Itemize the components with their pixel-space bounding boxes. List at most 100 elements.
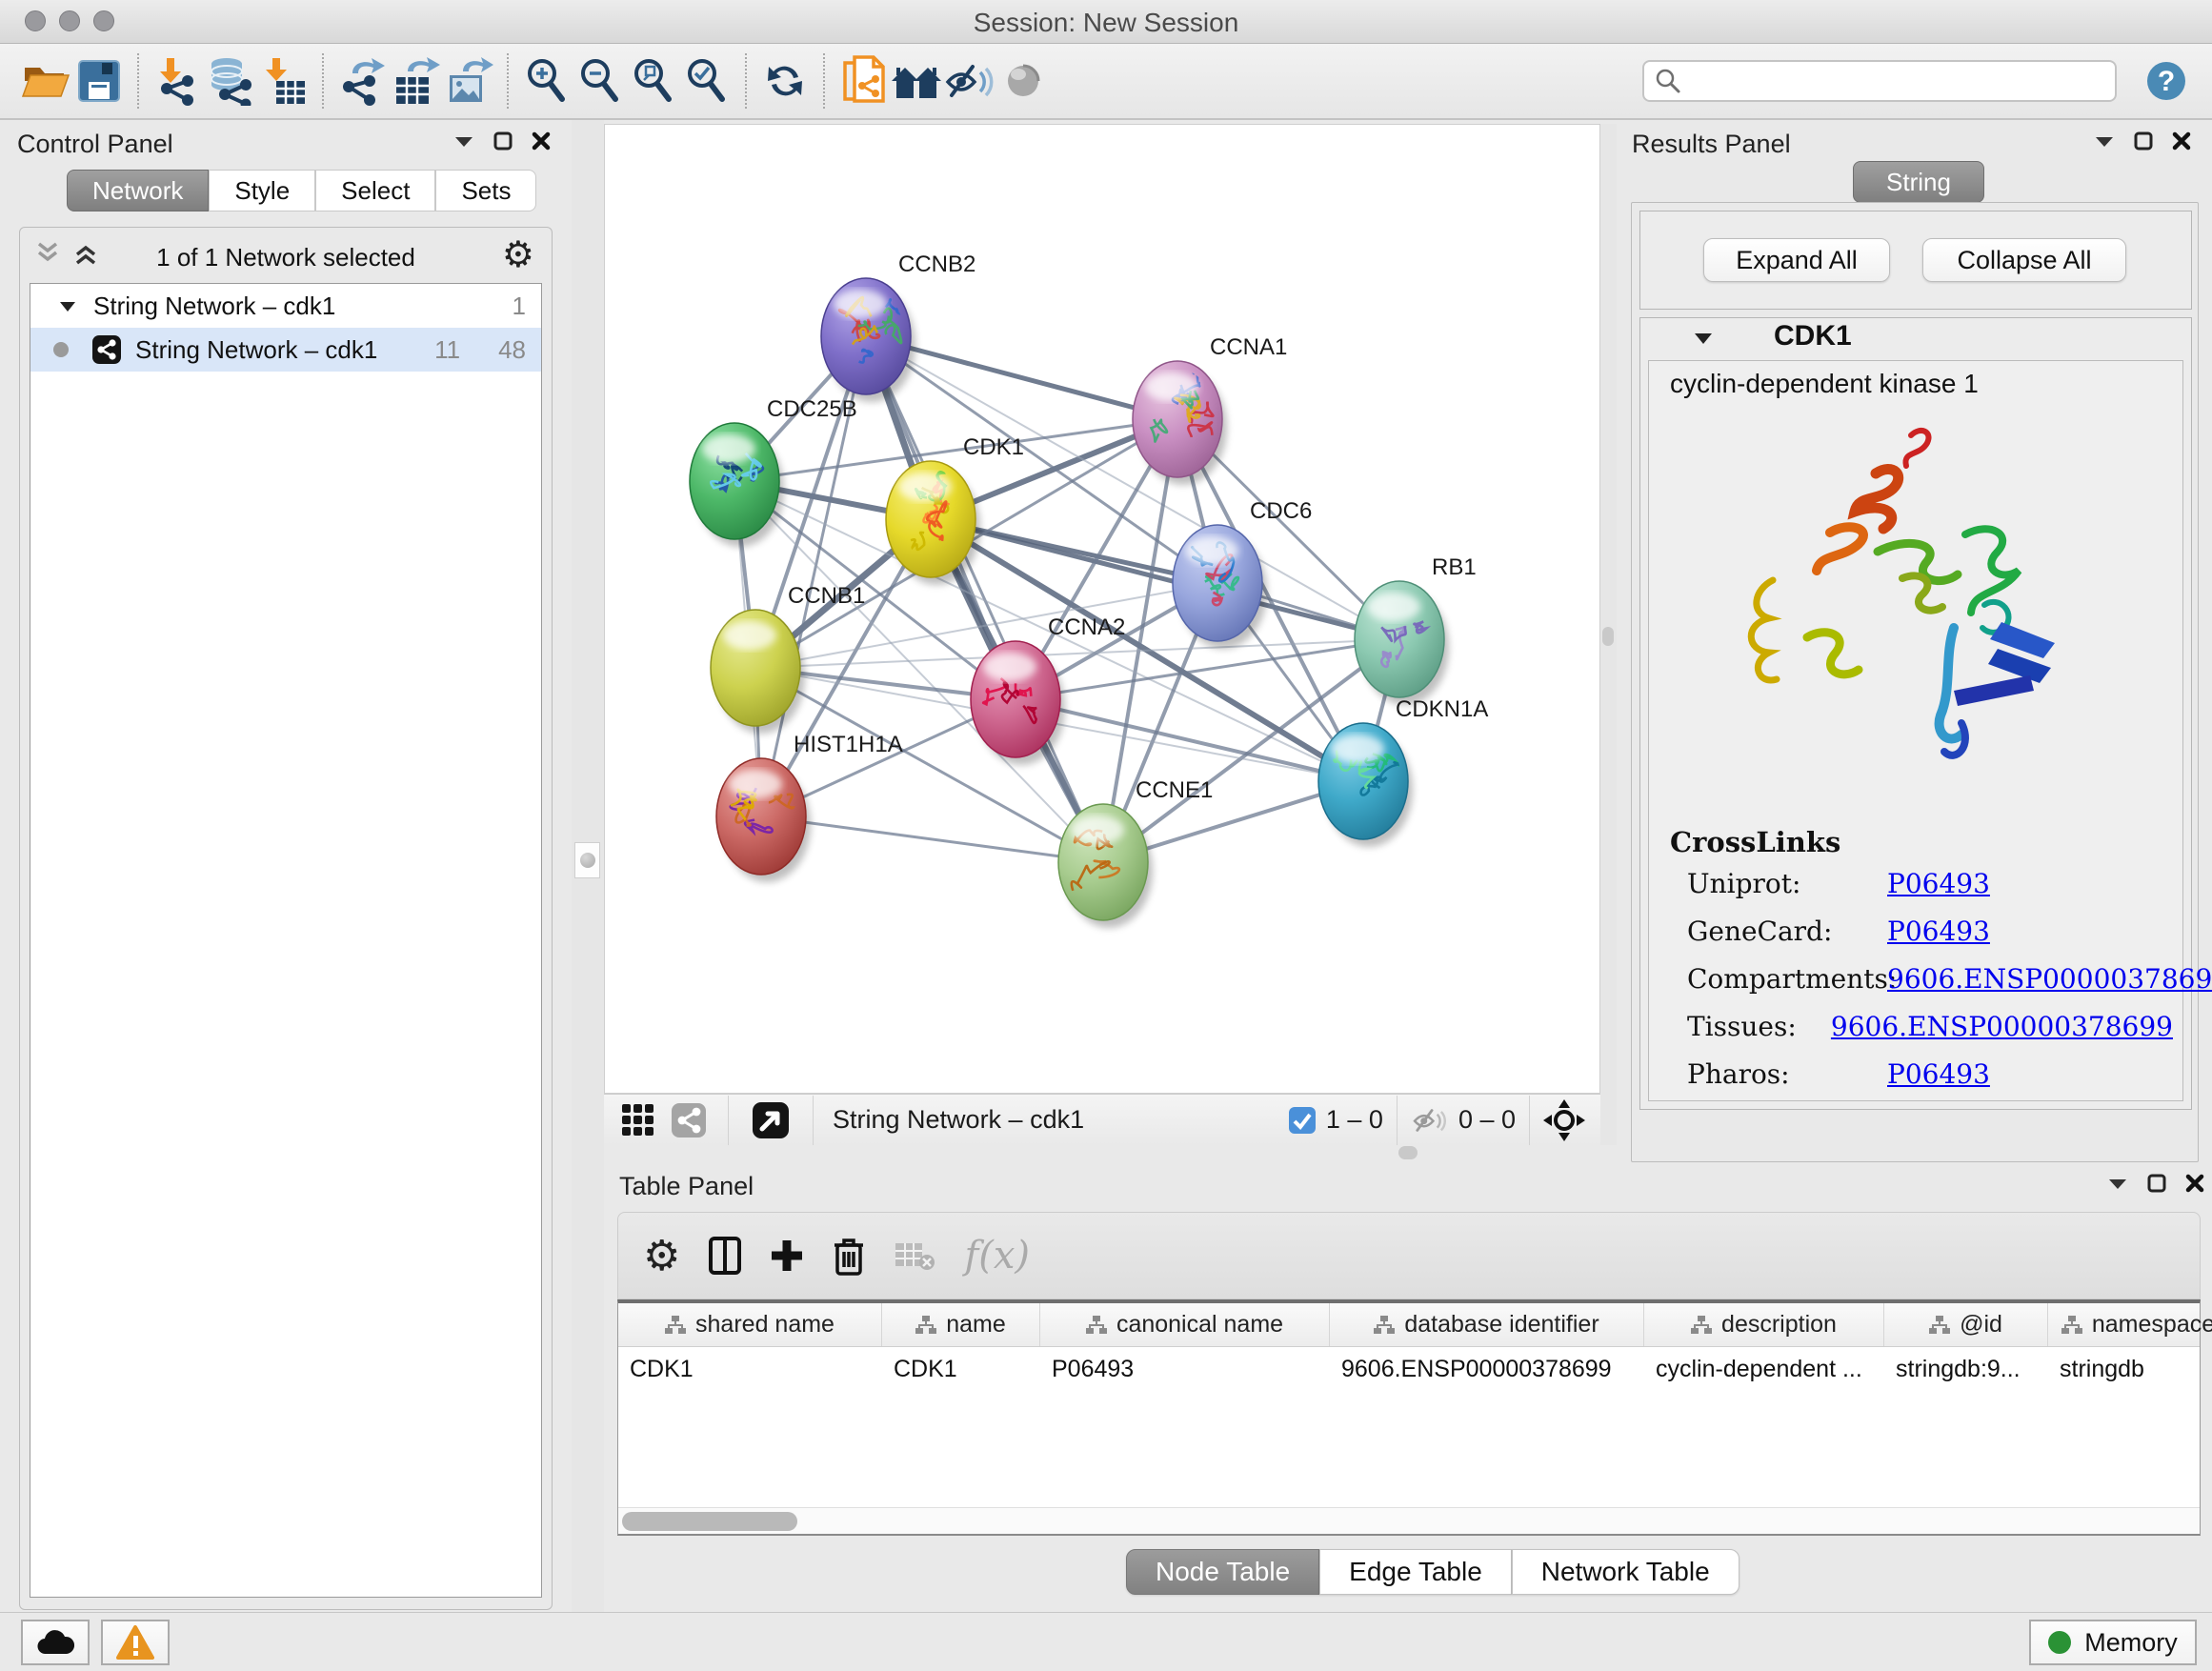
table-header-row: shared namenamecanonical namedatabase id… (618, 1303, 2200, 1347)
scrollbar-thumb[interactable] (622, 1512, 797, 1531)
add-column-icon[interactable] (770, 1238, 804, 1273)
first-neighbors-button[interactable] (890, 52, 943, 110)
crosslink-link[interactable]: P06493 (1887, 916, 1990, 947)
left-splitter-handle[interactable] (574, 842, 600, 878)
table-settings-gear-icon[interactable]: ⚙ (643, 1232, 680, 1280)
detach-view-icon[interactable] (752, 1101, 790, 1139)
network-collection-row[interactable]: String Network – cdk1 1 (30, 284, 541, 328)
crosslink-link[interactable]: 9606.ENSP00000378699 (1831, 1011, 2173, 1042)
new-network-from-selection-button[interactable] (836, 52, 890, 110)
column-header-shared-name[interactable]: shared name (618, 1303, 882, 1346)
column-header-description[interactable]: description (1644, 1303, 1884, 1346)
open-session-button[interactable] (19, 52, 72, 110)
bottom-splitter-handle[interactable] (1398, 1146, 1418, 1159)
tab-network[interactable]: Network (67, 170, 209, 211)
network-view-mode-icon[interactable] (671, 1102, 707, 1138)
column-header-canonical-name[interactable]: canonical name (1040, 1303, 1330, 1346)
table-row[interactable]: CDK1CDK1P064939606.ENSP00000378699cyclin… (618, 1347, 2200, 1391)
zoom-out-button[interactable] (573, 52, 627, 110)
crosslink-link[interactable]: P06493 (1887, 1058, 1990, 1090)
warning-button[interactable] (101, 1620, 170, 1665)
network-graph[interactable]: CCNB2CCNA1CDC25BCDK1CDC6RB1CCNB1CCNA2CDK… (605, 125, 1601, 1095)
edge-CCNE1-HIST1H1A[interactable] (761, 816, 1103, 862)
node-CCNB1[interactable]: CCNB1 (711, 583, 865, 734)
panel-close-icon[interactable] (2172, 131, 2191, 151)
network-canvas[interactable]: CCNB2CCNA1CDC25BCDK1CDC6RB1CCNB1CCNA2CDK… (604, 124, 1600, 1094)
import-table-from-file-button[interactable] (257, 52, 311, 110)
expand-all-button[interactable]: Expand All (1703, 238, 1890, 282)
column-header-name[interactable]: name (882, 1303, 1040, 1346)
column-type-icon (915, 1316, 936, 1335)
birdseye-navigator-icon[interactable] (1543, 1099, 1585, 1141)
export-image-button[interactable] (442, 52, 495, 110)
tab-edge-table[interactable]: Edge Table (1319, 1549, 1512, 1595)
tab-network-table[interactable]: Network Table (1512, 1549, 1739, 1595)
tab-sets[interactable]: Sets (435, 170, 536, 211)
protein-collapse-icon[interactable] (1694, 332, 1713, 345)
help-button[interactable]: ? (2140, 52, 2193, 110)
grid-view-icon[interactable] (621, 1103, 655, 1137)
node-HIST1H1A[interactable]: HIST1H1A (716, 732, 903, 882)
search-field[interactable] (1642, 60, 2117, 102)
delete-column-trash-icon[interactable] (833, 1236, 865, 1276)
export-table-button[interactable] (389, 52, 442, 110)
panel-float-icon[interactable] (493, 131, 513, 151)
tab-string[interactable]: String (1853, 161, 1984, 203)
node-CDC6[interactable]: CDC6 (1173, 498, 1312, 649)
panel-collapse-icon[interactable] (2107, 1177, 2128, 1190)
memory-button[interactable]: Memory (2029, 1620, 2197, 1665)
selected-checkbox-icon[interactable] (1288, 1106, 1317, 1135)
collection-label: String Network – cdk1 (93, 292, 335, 321)
node-CCNA1[interactable]: CCNA1 (1133, 334, 1287, 485)
show-columns-icon[interactable] (709, 1237, 741, 1275)
panel-collapse-icon[interactable] (2094, 134, 2115, 148)
tab-select[interactable]: Select (315, 170, 435, 211)
edge-CDK1-RB1[interactable] (931, 519, 1399, 639)
node-RB1[interactable]: RB1 (1355, 554, 1477, 705)
column-header-label: namespace (2092, 1311, 2212, 1339)
column-header-database-identifier[interactable]: database identifier (1330, 1303, 1644, 1346)
node-CDC25B[interactable]: CDC25B (690, 396, 857, 547)
column-header-namespace[interactable]: namespace (2048, 1303, 2212, 1346)
import-network-icon (153, 56, 201, 106)
zoom-in-button[interactable] (520, 52, 573, 110)
save-session-button[interactable] (72, 52, 126, 110)
network-row[interactable]: String Network – cdk1 11 48 (30, 328, 541, 372)
network-options-gear-icon[interactable]: ⚙ (502, 233, 534, 276)
node-CCNB2[interactable]: CCNB2 (821, 252, 975, 402)
node-CCNE1[interactable]: CCNE1 (1058, 777, 1213, 928)
hidden-eye-icon[interactable] (1411, 1105, 1449, 1136)
cloud-status-button[interactable] (21, 1620, 90, 1665)
panel-float-icon[interactable] (2134, 131, 2153, 151)
hide-selected-button[interactable] (943, 52, 996, 110)
crosslink-link[interactable]: P06493 (1887, 868, 1990, 899)
zoom-selected-button[interactable] (680, 52, 734, 110)
save-floppy-icon (77, 59, 121, 103)
import-network-from-file-button[interactable] (151, 52, 204, 110)
search-input[interactable] (1682, 67, 2092, 96)
right-splitter-handle[interactable] (1602, 627, 1614, 646)
collapse-all-button[interactable]: Collapse All (1922, 238, 2126, 282)
panel-close-icon[interactable] (532, 131, 551, 151)
node-CCNA2[interactable]: CCNA2 (971, 614, 1125, 765)
control-panel-title: Control Panel (17, 130, 173, 159)
crosslink-link[interactable]: 9606.ENSP00000378699 (1887, 963, 2212, 995)
panel-float-icon[interactable] (2147, 1174, 2166, 1193)
column-header-@id[interactable]: @id (1884, 1303, 2048, 1346)
node-CDKN1A[interactable]: CDKN1A (1318, 696, 1488, 847)
tab-style[interactable]: Style (209, 170, 315, 211)
export-network-button[interactable] (335, 52, 389, 110)
import-network-from-database-button[interactable] (204, 52, 257, 110)
tree-expand-icon[interactable] (59, 300, 76, 312)
string-network-icon (91, 334, 122, 365)
panel-collapse-icon[interactable] (453, 134, 474, 148)
show-graphics-details-button[interactable] (996, 52, 1050, 110)
panel-close-icon[interactable] (2185, 1174, 2204, 1193)
table-horizontal-scrollbar[interactable] (618, 1507, 2200, 1534)
left-splitter[interactable] (572, 120, 604, 1612)
node-label-CDKN1A: CDKN1A (1396, 696, 1488, 722)
tab-node-table[interactable]: Node Table (1126, 1549, 1319, 1595)
right-splitter[interactable] (1600, 124, 1617, 1164)
apply-preferred-layout-button[interactable] (758, 52, 812, 110)
zoom-fit-content-button[interactable] (627, 52, 680, 110)
